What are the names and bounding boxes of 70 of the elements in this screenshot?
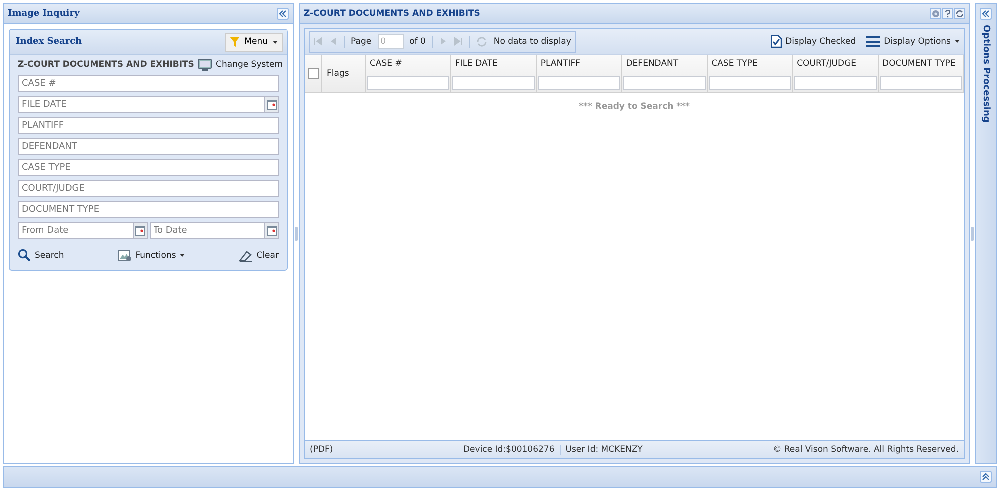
filter-field[interactable]: [623, 76, 706, 90]
date-field[interactable]: To Date: [150, 222, 264, 239]
column-header[interactable]: FILE DATE: [452, 57, 535, 69]
search-button[interactable]: Search: [18, 249, 64, 262]
input-field[interactable]: DEFENDANT: [18, 138, 279, 155]
filter-field[interactable]: [452, 76, 535, 90]
gear-icon[interactable]: [930, 8, 941, 19]
input-field[interactable]: CASE TYPE: [18, 159, 279, 176]
device-id: Device Id:$00106276: [462, 444, 556, 454]
display-checked-button[interactable]: Display Checked: [770, 35, 856, 48]
eraser-icon: [238, 250, 253, 262]
next-page-icon[interactable]: [438, 37, 448, 46]
caret-icon: [273, 40, 278, 44]
caret-icon: [955, 40, 960, 43]
filter-field[interactable]: [708, 76, 792, 90]
copyright-text: © Real Vison Software. All Rights Reserved.: [773, 444, 960, 454]
search-icon: [18, 249, 31, 262]
calendar-icon[interactable]: [264, 96, 279, 113]
column-header[interactable]: DEFENDANT: [623, 57, 706, 69]
splitter-handle[interactable]: [971, 226, 974, 240]
format-label: (PDF): [310, 444, 334, 454]
first-page-icon[interactable]: [314, 37, 323, 46]
calendar-icon[interactable]: [264, 222, 279, 239]
calendar-icon[interactable]: [132, 222, 148, 239]
filter-field[interactable]: [794, 76, 877, 90]
refresh-icon[interactable]: [954, 8, 965, 19]
empty-message: *** Ready to Search ***: [579, 102, 690, 114]
system-title: Z-COURT DOCUMENTS AND EXHIBITS: [18, 60, 194, 70]
input-field[interactable]: DOCUMENT TYPE: [18, 201, 279, 218]
caret-icon: [180, 254, 186, 257]
functions-button[interactable]: Functions: [118, 249, 186, 262]
clear-button[interactable]: Clear: [238, 249, 279, 262]
column-header[interactable]: CASE #: [367, 57, 450, 69]
date-field[interactable]: FILE DATE: [18, 96, 264, 113]
expand-icon[interactable]: [980, 471, 992, 483]
input-field[interactable]: PLANTIFF: [18, 117, 279, 134]
previous-page-icon[interactable]: [329, 37, 338, 46]
date-field[interactable]: From Date: [18, 222, 132, 239]
column-header[interactable]: COURT/JUDGE: [794, 57, 877, 69]
filter-field[interactable]: [367, 76, 450, 90]
page-label: Page: [351, 36, 372, 46]
column-header[interactable]: DOCUMENT TYPE: [880, 57, 962, 69]
column-header[interactable]: Flags: [327, 68, 350, 78]
change-system-button[interactable]: Change System: [198, 59, 283, 71]
display-options-button[interactable]: Display Options: [866, 35, 960, 48]
splitter-handle[interactable]: [295, 226, 298, 240]
input-field[interactable]: CASE #: [18, 75, 279, 92]
column-header[interactable]: CASE TYPE: [708, 57, 792, 69]
panel-title: Z-COURT DOCUMENTS AND EXHIBITS: [304, 8, 480, 18]
menu-button[interactable]: Menu: [224, 32, 283, 52]
funnel-icon: [230, 37, 240, 47]
monitor-icon: [198, 59, 212, 71]
checked-document-icon: [770, 35, 782, 48]
collapse-icon[interactable]: [277, 8, 289, 20]
page-count: of 0: [410, 36, 426, 46]
panel-title: Image Inquiry: [8, 8, 80, 18]
help-icon[interactable]: [942, 8, 953, 19]
filter-field[interactable]: [538, 76, 620, 90]
select-all-checkbox[interactable]: [308, 68, 318, 79]
menu-icon: [866, 36, 880, 48]
collapse-icon[interactable]: [980, 8, 992, 20]
panel-title[interactable]: Options Processing: [981, 25, 991, 123]
panel-title: Index Search: [16, 37, 82, 47]
pager-status: No data to display: [494, 36, 572, 46]
image-gear-icon: [118, 250, 132, 262]
column-header[interactable]: PLANTIFF: [538, 57, 620, 69]
filter-field[interactable]: [880, 76, 962, 90]
user-id: User Id: MCKENZY: [560, 444, 648, 454]
last-page-icon[interactable]: [454, 37, 463, 46]
input-field[interactable]: COURT/JUDGE: [18, 180, 279, 197]
